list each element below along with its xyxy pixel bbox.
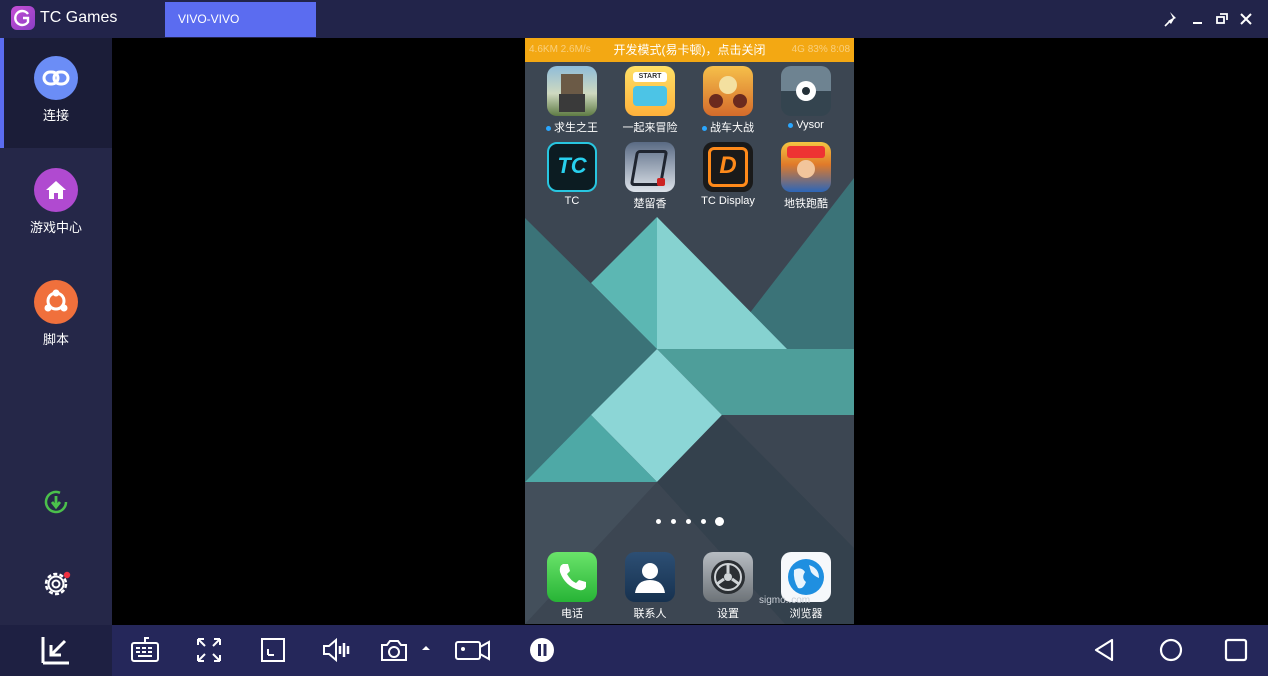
new-badge (788, 122, 794, 128)
collapse-icon[interactable] (39, 633, 73, 667)
app-label: 战车大战 (710, 122, 754, 134)
window-fit-icon[interactable] (256, 633, 290, 667)
notice-text: 开发模式(易卡顿)，点击关闭 (613, 43, 766, 57)
app-label: 电话 (561, 608, 583, 620)
record-icon[interactable] (454, 633, 492, 667)
game-icon: START (625, 66, 675, 116)
vysor-icon (781, 66, 831, 116)
sidebar-item-connect[interactable]: 连接 (0, 38, 112, 148)
app-label: 设置 (717, 608, 739, 620)
app-browser[interactable]: 浏览器 (769, 552, 843, 621)
title-bar: TC Games VIVO-VIVO (0, 0, 1268, 38)
back-icon[interactable] (1088, 633, 1122, 667)
recent-apps-icon[interactable] (1219, 633, 1253, 667)
status-bar-left: 4.6KM 2.6M/s (529, 44, 591, 55)
app-label: 联系人 (633, 608, 667, 620)
app-tc[interactable]: TC TC (535, 142, 609, 207)
game-icon (703, 66, 753, 116)
app-yiqilaimaoxian[interactable]: START 一起来冒险 (613, 66, 687, 135)
app-contacts[interactable]: 联系人 (613, 552, 687, 621)
active-page-dot (715, 517, 724, 526)
developer-mode-notice[interactable]: 4.6KM 2.6M/s 开发模式(易卡顿)，点击关闭 4G 83% 8:08 (525, 38, 854, 62)
watermark: sigmo..com (759, 595, 811, 606)
gear-icon[interactable] (38, 566, 74, 602)
game-icon (781, 142, 831, 192)
game-icon (625, 142, 675, 192)
status-bar-right: 4G 83% 8:08 (791, 44, 850, 55)
screenshot-icon[interactable] (377, 633, 411, 667)
notification-dot (63, 571, 71, 579)
app-settings[interactable]: 设置 (691, 552, 765, 621)
settings-gear-icon (703, 552, 753, 602)
dropdown-arrow-icon[interactable] (416, 633, 436, 667)
phone-screen[interactable]: 4.6KM 2.6M/s 开发模式(易卡顿)，点击关闭 4G 83% 8:08 … (525, 38, 854, 624)
fullscreen-icon[interactable] (192, 633, 226, 667)
app-label: 地铁跑酷 (784, 198, 828, 210)
restore-icon[interactable] (1211, 8, 1233, 30)
app-zhanchedazhan[interactable]: 战车大战 (691, 66, 765, 135)
app-phone[interactable]: 电话 (535, 552, 609, 621)
minimize-icon[interactable] (1187, 8, 1209, 30)
app-label: 浏览器 (789, 608, 823, 620)
home-icon (34, 168, 78, 212)
app-title: TC Games (40, 9, 118, 26)
app-label: 楚留香 (633, 198, 667, 210)
sidebar-item-label: 连接 (42, 108, 69, 123)
close-icon[interactable] (1235, 8, 1257, 30)
game-icon (547, 66, 597, 116)
app-qiushengzhiwang[interactable]: 求生之王 (535, 66, 609, 135)
new-badge (702, 125, 707, 131)
app-label: 求生之王 (554, 122, 598, 134)
app-tc-display[interactable]: D TC Display (691, 142, 765, 207)
sidebar-item-label: 脚本 (42, 332, 69, 347)
pin-icon[interactable] (1162, 8, 1184, 30)
keyboard-icon[interactable] (128, 633, 162, 667)
device-tab[interactable]: VIVO-VIVO (165, 2, 316, 37)
script-icon (34, 280, 78, 324)
pause-icon[interactable] (525, 633, 559, 667)
tc-games-logo-icon (11, 6, 35, 30)
active-indicator (0, 38, 4, 148)
tc-icon: TC (547, 142, 597, 192)
volume-icon[interactable] (320, 633, 354, 667)
download-icon[interactable] (40, 486, 72, 518)
tc-display-icon: D (703, 142, 753, 192)
bottom-toolbar (0, 625, 1268, 676)
sidebar-item-game-center[interactable]: 游戏中心 (0, 150, 112, 260)
contacts-icon (625, 552, 675, 602)
app-subway-surfers[interactable]: 地铁跑酷 (769, 142, 843, 211)
sidebar-item-script[interactable]: 脚本 (0, 262, 112, 372)
sidebar: 连接 游戏中心 脚本 (0, 38, 112, 625)
app-label: 一起来冒险 (622, 122, 678, 134)
phone-icon (547, 552, 597, 602)
home-circle-icon[interactable] (1154, 633, 1188, 667)
new-badge (546, 125, 551, 131)
app-chuliuxiang[interactable]: 楚留香 (613, 142, 687, 211)
app-label: TC Display (701, 195, 755, 207)
app-label: TC (564, 195, 580, 207)
link-icon (34, 56, 78, 100)
sidebar-item-label: 游戏中心 (29, 220, 82, 235)
app-vysor[interactable]: Vysor (769, 66, 843, 131)
app-label: Vysor (796, 119, 824, 131)
